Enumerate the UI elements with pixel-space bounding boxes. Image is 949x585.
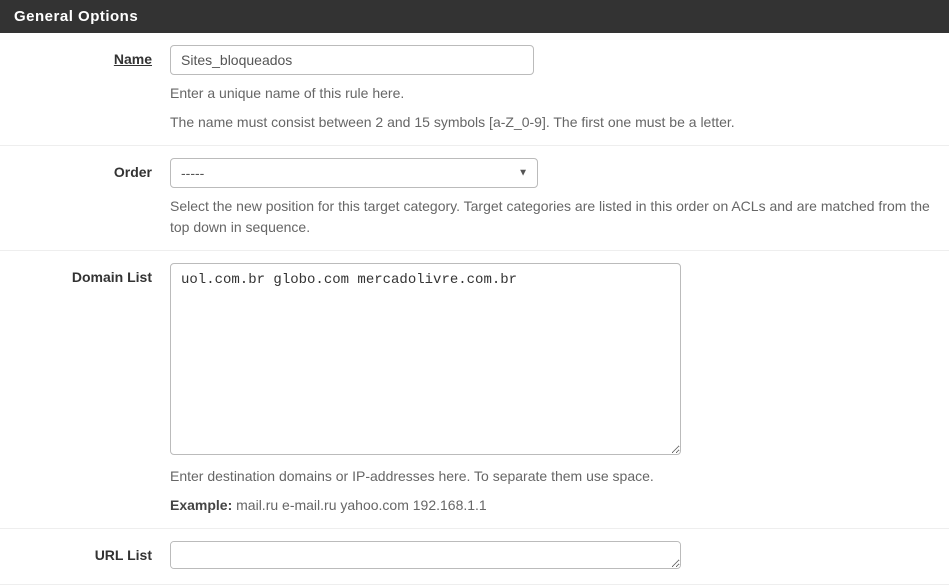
label-name: Name	[0, 45, 170, 133]
order-select[interactable]: -----	[170, 158, 538, 188]
label-domain-list: Domain List	[0, 263, 170, 516]
label-url-list: URL List	[0, 541, 170, 572]
domain-list-textarea[interactable]: uol.com.br globo.com mercadolivre.com.br	[170, 263, 681, 455]
section-title: General Options	[14, 8, 138, 25]
domain-list-example: Example: mail.ru e-mail.ru yahoo.com 192…	[170, 495, 931, 516]
name-help-1: Enter a unique name of this rule here.	[170, 83, 931, 104]
url-list-textarea[interactable]	[170, 541, 681, 569]
order-help: Select the new position for this target …	[170, 196, 931, 238]
label-order: Order	[0, 158, 170, 238]
row-name: Name Enter a unique name of this rule he…	[0, 33, 949, 146]
name-input[interactable]	[170, 45, 534, 75]
row-domain-list: Domain List uol.com.br globo.com mercado…	[0, 251, 949, 529]
name-help-2: The name must consist between 2 and 15 s…	[170, 112, 931, 133]
section-header: General Options	[0, 0, 949, 33]
row-order: Order ----- ▼ Select the new position fo…	[0, 146, 949, 251]
domain-list-help: Enter destination domains or IP-addresse…	[170, 466, 931, 487]
row-url-list: URL List	[0, 529, 949, 585]
